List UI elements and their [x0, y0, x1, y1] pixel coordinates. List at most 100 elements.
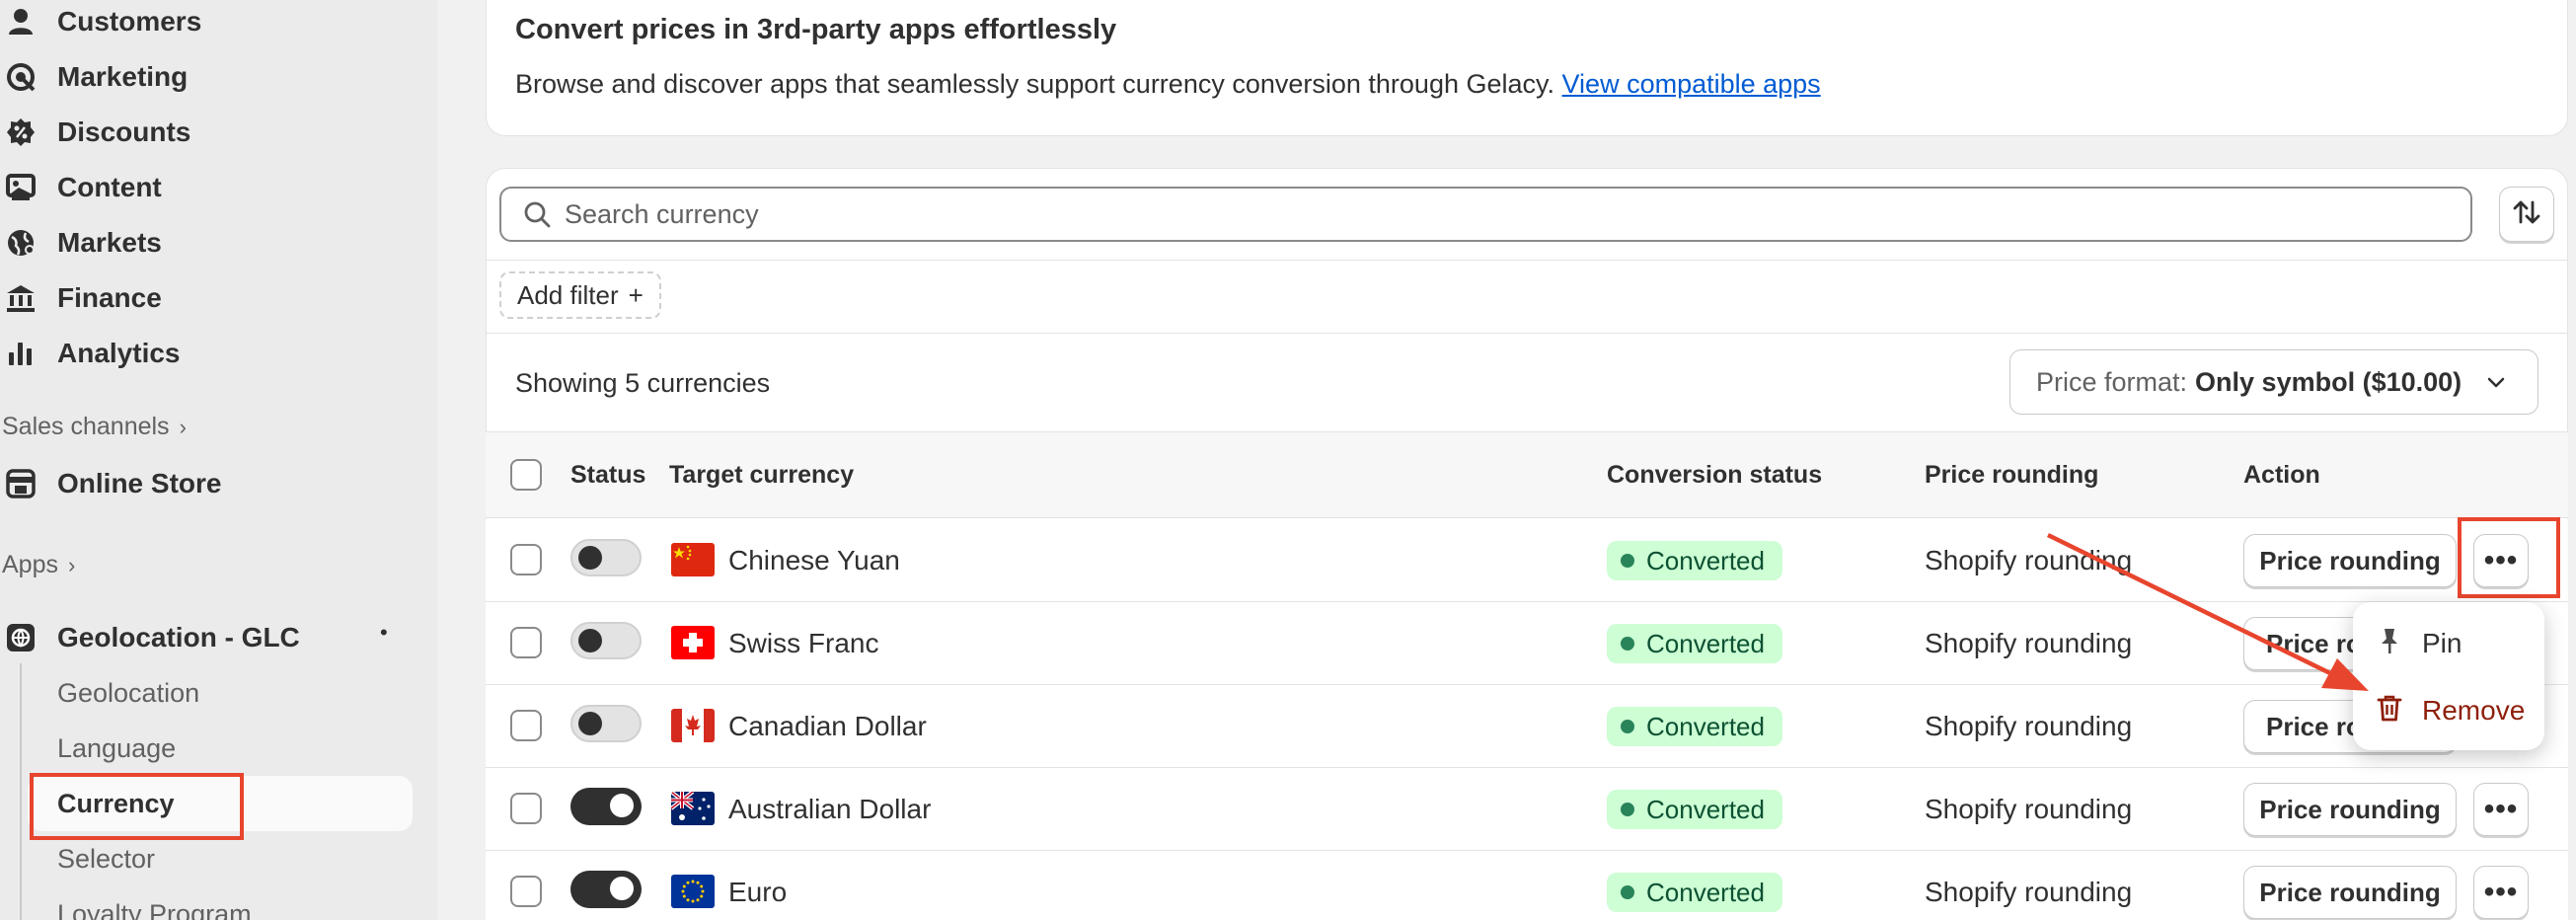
sidebar-item-discounts[interactable]: Discounts	[0, 105, 190, 160]
sidebar-item-analytics[interactable]: Analytics	[0, 326, 181, 381]
sidebar-item-label: Marketing	[57, 61, 189, 92]
rounding-value: Shopify rounding	[1925, 545, 2133, 575]
eu-flag-icon	[671, 875, 715, 908]
info-card-description: Browse and discover apps that seamlessly…	[515, 69, 1821, 100]
column-header-target-currency: Target currency	[669, 461, 855, 489]
more-actions-button[interactable]: •••	[2473, 866, 2529, 919]
status-badge-label: Converted	[1646, 877, 1765, 907]
status-badge: Converted	[1607, 624, 1782, 663]
remove-menu-item[interactable]: Remove	[2377, 687, 2525, 734]
status-toggle[interactable]	[570, 705, 642, 742]
price-rounding-button[interactable]: Price rounding	[2243, 783, 2457, 836]
price-format-value: Only symbol ($10.00)	[2195, 366, 2462, 397]
price-format-select[interactable]: Price format: Only symbol ($10.00)	[2009, 349, 2538, 415]
sidebar-item-label: Geolocation - GLC	[57, 622, 300, 652]
sidebar-item-label: Online Store	[57, 468, 222, 498]
sidebar-item-geolocation-app[interactable]: Geolocation - GLC	[0, 610, 300, 665]
sidebar-subitem-loyalty-program[interactable]: Loyalty Program	[57, 886, 252, 920]
chevron-right-icon: ›	[67, 552, 76, 577]
pin-menu-item[interactable]: Pin	[2377, 620, 2462, 667]
bar-chart-icon	[6, 339, 36, 368]
add-filter-button[interactable]: Add filter +	[499, 271, 661, 319]
status-badge: Converted	[1607, 541, 1782, 580]
sidebar-item-content[interactable]: Content	[0, 160, 162, 215]
app-logo-icon	[6, 623, 36, 652]
sort-button[interactable]	[2499, 187, 2554, 242]
currency-name: Euro	[728, 877, 788, 907]
more-actions-button[interactable]: •••	[2473, 783, 2529, 836]
currency-name: Swiss Franc	[728, 628, 879, 658]
status-toggle[interactable]	[570, 871, 642, 908]
sidebar-item-finance[interactable]: Finance	[0, 270, 162, 326]
rounding-value: Shopify rounding	[1925, 628, 2133, 658]
canada-flag-icon	[671, 709, 715, 742]
add-filter-label: Add filter	[517, 279, 619, 310]
plus-icon: +	[628, 279, 644, 310]
row-checkbox[interactable]	[510, 793, 542, 824]
pin-icon	[2377, 627, 2402, 661]
status-toggle[interactable]	[570, 788, 642, 825]
currency-name: Chinese Yuan	[728, 545, 900, 575]
row-checkbox[interactable]	[510, 544, 542, 575]
row-checkbox[interactable]	[510, 876, 542, 907]
apps-link[interactable]: Apps ›	[2, 551, 75, 579]
sales-channels-link[interactable]: Sales channels ›	[2, 413, 187, 441]
apps-label: Apps	[2, 551, 58, 578]
sidebar-item-online-store[interactable]: Online Store	[0, 456, 221, 511]
person-icon	[6, 7, 36, 37]
remove-label: Remove	[2422, 695, 2526, 726]
pin-label: Pin	[2422, 628, 2462, 658]
tree-line	[20, 663, 22, 920]
target-icon	[6, 62, 36, 92]
store-icon	[6, 469, 36, 498]
chevron-down-icon	[2484, 370, 2508, 401]
currency-name: Canadian Dollar	[728, 711, 927, 741]
sales-channels-label: Sales channels	[2, 413, 170, 440]
select-all-checkbox[interactable]	[510, 459, 542, 491]
sidebar-subitem-geolocation[interactable]: Geolocation	[57, 665, 199, 721]
row-checkbox[interactable]	[510, 710, 542, 741]
sidebar-item-marketing[interactable]: Marketing	[0, 49, 188, 105]
sidebar-item-label: Discounts	[57, 116, 191, 147]
sidebar-item-label: Customers	[57, 6, 202, 37]
info-card-text: Browse and discover apps that seamlessly…	[515, 69, 1555, 99]
sidebar-item-customers[interactable]: Customers	[0, 0, 201, 49]
rounding-value: Shopify rounding	[1925, 794, 2133, 824]
view-compatible-apps-link[interactable]: View compatible apps	[1562, 69, 1821, 99]
status-badge: Converted	[1607, 873, 1782, 912]
content-icon	[6, 173, 36, 202]
sort-icon	[2512, 197, 2541, 232]
results-count: Showing 5 currencies	[515, 368, 771, 398]
divider	[486, 333, 2568, 334]
status-badge-label: Converted	[1646, 628, 1765, 658]
rounding-value: Shopify rounding	[1925, 711, 2133, 741]
status-toggle[interactable]	[570, 539, 642, 576]
sidebar-item-label: Markets	[57, 227, 162, 258]
column-header-action: Action	[2243, 461, 2320, 489]
status-badge-label: Converted	[1646, 545, 1765, 575]
chevron-right-icon: ›	[179, 414, 187, 439]
status-badge-label: Converted	[1646, 711, 1765, 741]
column-header-status: Status	[570, 461, 646, 489]
search-field[interactable]	[499, 187, 2472, 242]
trash-icon	[2377, 694, 2402, 728]
price-rounding-button[interactable]: Price rounding	[2243, 866, 2457, 919]
search-input[interactable]	[565, 198, 2341, 230]
china-flag-icon	[671, 543, 715, 576]
sidebar-item-label: Analytics	[57, 338, 181, 368]
status-badge: Converted	[1607, 707, 1782, 746]
status-badge-label: Converted	[1646, 794, 1765, 824]
switzerland-flag-icon	[671, 626, 715, 659]
column-header-price-rounding: Price rounding	[1925, 461, 2099, 489]
row-checkbox[interactable]	[510, 627, 542, 658]
sidebar-item-markets[interactable]: Markets	[0, 215, 162, 270]
discount-icon	[6, 117, 36, 147]
status-badge: Converted	[1607, 790, 1782, 829]
status-toggle[interactable]	[570, 622, 642, 659]
price-rounding-button[interactable]: Price rounding	[2243, 534, 2457, 587]
info-card-title: Convert prices in 3rd-party apps effortl…	[515, 14, 1117, 45]
sidebar-subitem-language[interactable]: Language	[57, 721, 176, 776]
rounding-value: Shopify rounding	[1925, 877, 2133, 907]
annotation-highlight-more-button	[2458, 517, 2560, 598]
column-header-conversion-status: Conversion status	[1607, 461, 1823, 489]
